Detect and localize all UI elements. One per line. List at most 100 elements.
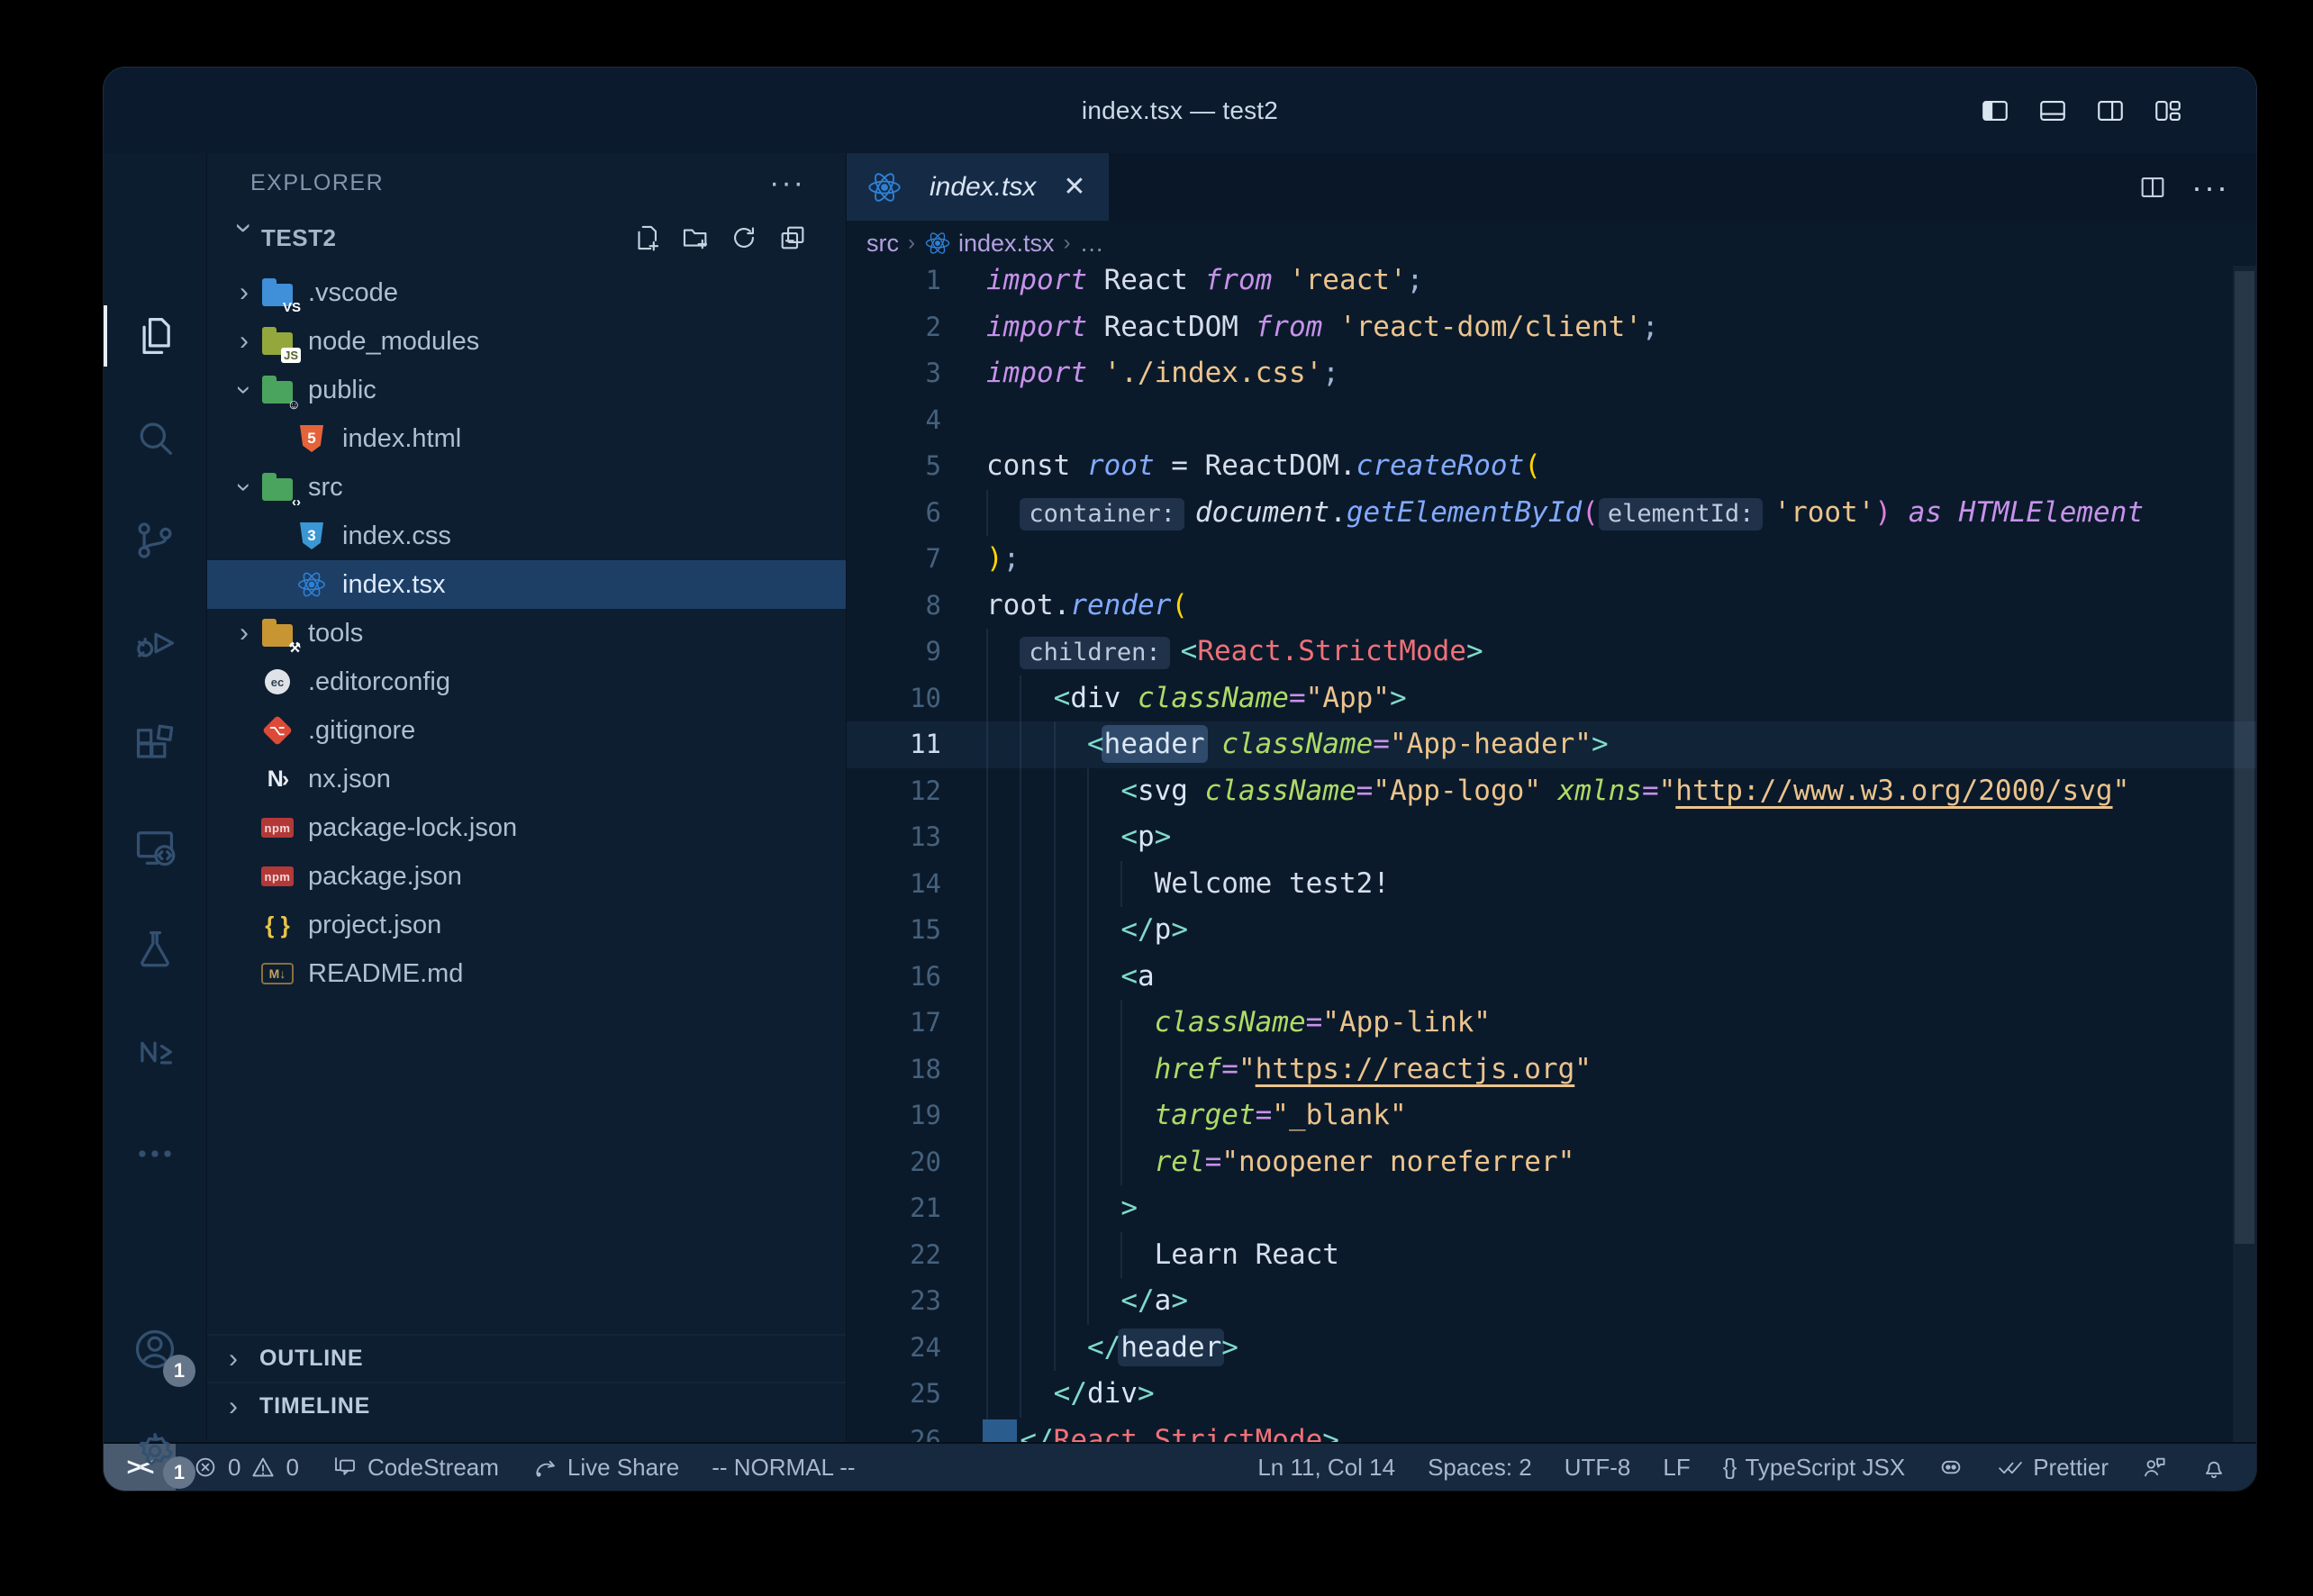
react-file-icon [294,568,330,601]
new-file-icon[interactable] [631,222,662,253]
status-notifications[interactable] [2184,1454,2244,1481]
code-line[interactable]: <a [986,954,2256,1001]
breadcrumb-item[interactable]: src [866,230,899,258]
code-line[interactable]: Learn React [986,1232,2256,1279]
tree-item-index-tsx[interactable]: index.tsx [207,560,846,609]
status-copilot[interactable] [1921,1454,1981,1481]
tree-item-tools[interactable]: ›⚒tools [207,609,846,657]
section-outline[interactable]: ›OUTLINE [207,1334,846,1382]
indent-guide [986,721,988,768]
activity-search[interactable] [104,392,206,485]
code-line[interactable]: container:document.getElementById(elemen… [986,490,2256,537]
project-root-row[interactable]: › TEST2 [207,213,846,263]
inlay-hint: elementId: [1599,498,1764,530]
status-codestream[interactable]: CodeStream [315,1454,515,1482]
tree-item-label: index.tsx [342,570,445,600]
tree-item-package-lock-json[interactable]: npmpackage-lock.json [207,803,846,852]
tree-item-label: node_modules [308,327,479,357]
refresh-icon[interactable] [729,222,759,253]
code-line[interactable]: <div className="App"> [986,676,2256,722]
code-line[interactable]: children:<React.StrictMode> [986,629,2256,676]
indent-guide [986,1278,988,1325]
tree-item-index-css[interactable]: 3index.css [207,512,846,560]
collapse-all-icon[interactable] [777,222,808,253]
activity-run-and-debug[interactable] [104,596,206,690]
code-line[interactable]: > [986,1185,2256,1232]
activity-accounts[interactable]: 1 [104,1302,206,1396]
code-line[interactable]: <svg className="App-logo" xmlns="http://… [986,768,2256,815]
breadcrumb-item[interactable]: … [1080,230,1104,258]
status-eol[interactable]: LF [1646,1454,1706,1482]
activity-testing[interactable] [104,902,206,996]
code-line[interactable]: </div> [986,1371,2256,1418]
tab-index-tsx[interactable]: index.tsx ✕ [847,153,1110,221]
status-feedback[interactable] [2125,1454,2184,1481]
code-line[interactable]: root.render( [986,583,2256,630]
status-cursor-position[interactable]: Ln 11, Col 14 [1241,1454,1411,1482]
tree-item-nx-json[interactable]: N›nx.json [207,755,846,803]
tree-item-project-json[interactable]: { }project.json [207,901,846,949]
code-line[interactable]: const root = ReactDOM.createRoot( [986,443,2256,490]
code-line[interactable]: href="https://reactjs.org" [986,1047,2256,1093]
customize-layout[interactable] [2152,95,2184,127]
tree-item-index-html[interactable]: 5index.html [207,414,846,463]
code-line[interactable]: import './index.css'; [986,350,2256,397]
code-line[interactable]: </React.StrictMode> [986,1418,2256,1443]
toggle-panel[interactable] [2036,95,2069,127]
code-line[interactable]: target="_blank" [986,1093,2256,1139]
activity-additional-views[interactable] [104,1107,206,1201]
section-timeline[interactable]: ›TIMELINE [207,1382,846,1429]
tree-item-public[interactable]: ›☺public [207,366,846,414]
vscode-window: index.tsx — test2 11 EXPLORER ··· › TEST… [104,68,2256,1491]
tree-item--gitignore[interactable]: ⌥.gitignore [207,706,846,755]
indent-guide [986,1232,988,1279]
explorer-more-actions-icon[interactable]: ··· [769,178,805,187]
tree-item-src[interactable]: ›‹›src [207,463,846,512]
activity-settings[interactable]: 1 [104,1404,206,1491]
more-actions-icon[interactable]: ··· [2191,183,2229,192]
code-line[interactable]: ); [986,536,2256,583]
code-line[interactable]: Welcome test2! [986,861,2256,908]
code-line[interactable]: import React from 'react'; [986,266,2256,304]
code-line[interactable]: </header> [986,1325,2256,1372]
status-prettier[interactable]: Prettier [1981,1454,2125,1482]
tree-item--vscode[interactable]: ›VS.vscode [207,268,846,317]
status-language-mode[interactable]: {}TypeScript JSX [1707,1454,1921,1482]
tree-item--editorconfig[interactable]: ec.editorconfig [207,657,846,706]
indent-guide [986,907,988,954]
status-vim-mode[interactable]: -- NORMAL -- [695,1454,871,1482]
status-live-share[interactable]: Live Share [515,1454,695,1482]
activity-source-control[interactable] [104,494,206,587]
status-encoding[interactable]: UTF-8 [1548,1454,1647,1482]
code-line[interactable]: <p> [986,814,2256,861]
new-folder-icon[interactable] [680,222,711,253]
code-line[interactable] [986,397,2256,444]
tab-close-icon[interactable]: ✕ [1063,171,1085,203]
split-editor-icon[interactable] [2137,172,2168,203]
code-line[interactable]: <header className="App-header"> [986,721,2256,768]
activity-nx-console[interactable] [104,1005,206,1099]
toggle-secondary-sidebar[interactable] [2094,95,2127,127]
tree-item-node-modules[interactable]: ›JSnode_modules [207,317,846,366]
git-icon: ⌥ [259,714,295,747]
code-line[interactable]: className="App-link" [986,1000,2256,1047]
indent-guide [986,676,988,722]
activity-remote-explorer[interactable] [104,801,206,894]
indent-guide [1020,1325,1021,1372]
tree-item-package-json[interactable]: npmpackage.json [207,852,846,901]
code-line[interactable]: rel="noopener noreferrer" [986,1139,2256,1186]
status-indentation[interactable]: Spaces: 2 [1411,1454,1548,1482]
code-line[interactable]: import ReactDOM from 'react-dom/client'; [986,304,2256,351]
breadcrumb-label: index.tsx [958,230,1055,258]
folder-icon: VS [259,277,295,309]
activity-extensions[interactable] [104,698,206,792]
activity-explorer[interactable] [104,289,206,383]
editor-scrollbar[interactable] [2233,266,2256,1442]
code-line[interactable]: </p> [986,907,2256,954]
indent-guide [986,490,988,537]
code-editor[interactable]: 1234567891011121314151617181920212223242… [847,266,2256,1442]
code-line[interactable]: </a> [986,1278,2256,1325]
tree-item-readme-md[interactable]: M↓README.md [207,949,846,998]
breadcrumb-item[interactable]: index.tsx [924,230,1055,258]
toggle-primary-sidebar[interactable] [1979,95,2011,127]
